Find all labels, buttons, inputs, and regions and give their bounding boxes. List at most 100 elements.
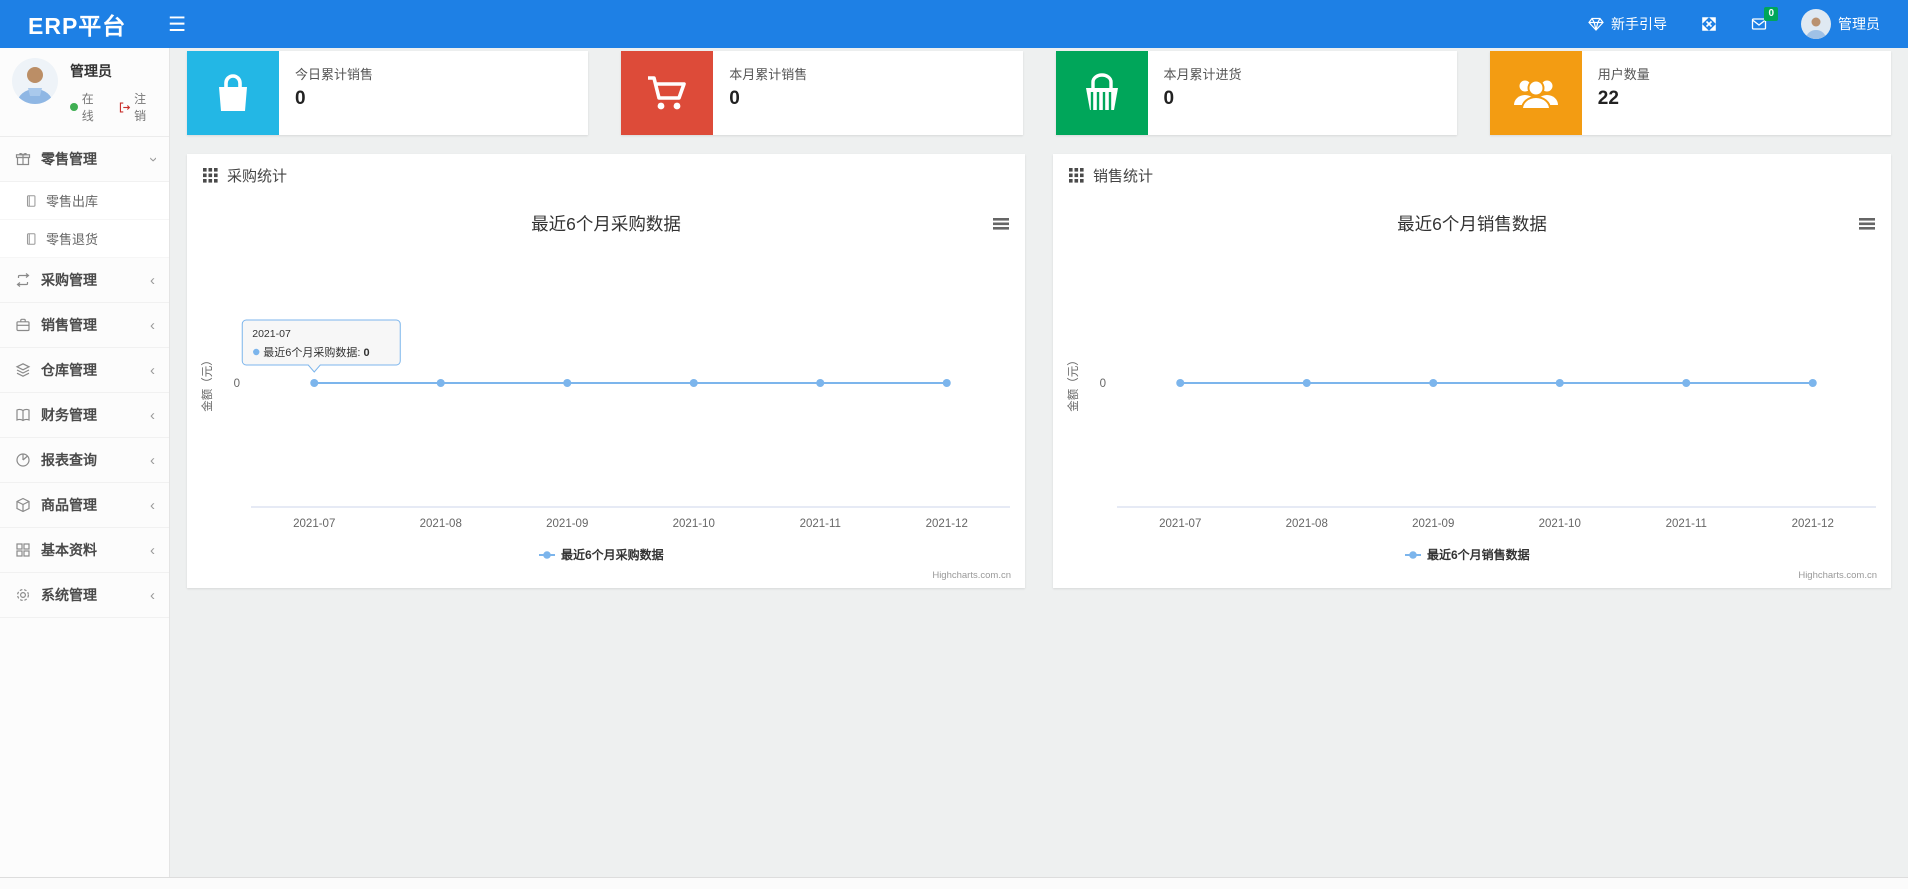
legend-label[interactable]: 最近6个月采购数据 (561, 547, 664, 562)
box-icon (16, 497, 30, 513)
chevron-left-icon: ‹ (150, 316, 155, 334)
sidebar-item-label: 财务管理 (41, 407, 97, 423)
chevron-left-icon: ‹ (150, 406, 155, 424)
logout-icon (119, 101, 131, 113)
sales-chart: 最近6个月销售数据 金额（元） 0 2021-07 2021-08 2021-09 2021… (1053, 196, 1891, 588)
data-point[interactable] (816, 379, 825, 387)
stat-label: 用户数量 (1597, 67, 1650, 82)
chart-context-menu-icon[interactable] (993, 227, 1009, 230)
user-name: 管理员 (1838, 16, 1880, 32)
sidebar-item-warehouse[interactable]: 仓库管理 ‹ (0, 348, 169, 393)
sidebar-item-reports[interactable]: 报表查询 ‹ (0, 438, 169, 483)
data-point[interactable] (1682, 379, 1691, 387)
sidebar-toggle-icon[interactable]: ☰ (168, 12, 186, 37)
chevron-left-icon: ‹ (150, 451, 155, 469)
chevron-down-icon: ‹ (144, 156, 161, 162)
sidebar-item-label: 销售管理 (41, 317, 97, 333)
chart-context-menu-icon[interactable] (1859, 218, 1875, 221)
x-axis-tick: 2021-10 (1539, 518, 1581, 530)
users-icon (1513, 79, 1558, 110)
chart-context-menu-icon[interactable] (1859, 227, 1875, 230)
stat-card-today-sales: 今日累计销售 0 (187, 51, 589, 135)
briefcase-icon (16, 318, 30, 332)
chevron-left-icon: ‹ (150, 541, 155, 559)
x-axis-tick: 2021-12 (1792, 518, 1834, 530)
sidebar-user-box: 管理员 在线 注销 (0, 48, 169, 137)
grid-icon (16, 543, 30, 557)
data-point[interactable] (942, 379, 951, 387)
sidebar-item-basic-data[interactable]: 基本资料 ‹ (0, 528, 169, 573)
sidebar-item-system[interactable]: 系统管理 ‹ (0, 573, 169, 618)
data-point[interactable] (689, 379, 698, 387)
guide-button[interactable]: 新手引导 (1588, 14, 1667, 34)
avatar (12, 58, 58, 104)
x-axis-tick: 2021-08 (1286, 518, 1328, 530)
sidebar-item-sales[interactable]: 销售管理 ‹ (0, 303, 169, 348)
chart-context-menu-icon[interactable] (1859, 222, 1875, 226)
chart-context-menu-icon[interactable] (993, 218, 1009, 221)
tooltip-category: 2021-07 (252, 328, 291, 340)
messages-button[interactable]: 0 (1751, 7, 1778, 32)
sidebar-item-label: 基本资料 (41, 542, 97, 558)
data-point[interactable] (1555, 379, 1564, 387)
data-point[interactable] (1808, 379, 1817, 387)
chart-credits[interactable]: Highcharts.com.cn (932, 570, 1011, 581)
th-grid-icon (1069, 167, 1084, 183)
y-axis-label: 金额（元） (200, 354, 214, 412)
x-axis-tick: 2021-10 (673, 518, 715, 530)
gift-icon (15, 152, 31, 166)
user-menu[interactable]: 管理员 (1801, 9, 1880, 39)
chevron-left-icon: ‹ (150, 271, 155, 289)
chevron-left-icon: ‹ (150, 496, 155, 514)
fullscreen-button[interactable] (1701, 16, 1717, 32)
data-point[interactable] (436, 379, 445, 387)
fullscreen-icon (1702, 17, 1716, 31)
x-axis-tick: 2021-07 (293, 518, 335, 530)
chart-context-menu-icon[interactable] (993, 222, 1009, 226)
sidebar-item-label: 商品管理 (41, 497, 97, 513)
ledger-icon (16, 408, 30, 422)
cart-icon (648, 76, 687, 110)
panel-title: 采购统计 (227, 167, 288, 185)
data-point[interactable] (1429, 379, 1438, 387)
sidebar-item-retail-out[interactable]: 零售出库 (0, 182, 169, 220)
sidebar-item-retail[interactable]: 零售管理 ‹ (0, 137, 169, 182)
sidebar-item-purchase[interactable]: 采购管理 ‹ (0, 258, 169, 303)
charts-row: 采购统计 最近6个月采购数据 金额（元） 0 2021-07 2021-08 2021-0… (187, 154, 1891, 588)
sidebar-item-label: 报表查询 (41, 452, 97, 468)
data-point[interactable] (563, 379, 572, 387)
chevron-left-icon: ‹ (150, 586, 155, 604)
stat-card-month-sales: 本月累计销售 0 (621, 51, 1023, 135)
gem-icon (1588, 17, 1604, 31)
legend-marker[interactable] (543, 551, 551, 559)
x-axis-tick: 2021-12 (926, 518, 968, 530)
layers-icon (15, 363, 31, 377)
stat-label: 今日累计销售 (295, 67, 374, 82)
mail-badge: 0 (1764, 7, 1778, 21)
sidebar-item-finance[interactable]: 财务管理 ‹ (0, 393, 169, 438)
guide-label: 新手引导 (1611, 16, 1667, 32)
purchase-stats-panel: 采购统计 最近6个月采购数据 金额（元） 0 2021-07 2021-08 2021-0… (187, 154, 1025, 588)
data-point[interactable] (310, 379, 319, 387)
sidebar-item-label: 零售管理 (41, 151, 97, 167)
chart-title: 最近6个月采购数据 (531, 214, 681, 234)
x-axis-tick: 2021-07 (1159, 518, 1201, 530)
x-axis-tick: 2021-09 (546, 518, 588, 530)
stat-card-user-count: 用户数量 22 (1489, 51, 1891, 135)
basket-icon (1085, 73, 1118, 110)
gear-icon (16, 588, 30, 602)
data-point[interactable] (1302, 379, 1311, 387)
chart-credits[interactable]: Highcharts.com.cn (1798, 570, 1877, 581)
y-axis-tick: 0 (234, 378, 240, 390)
purchase-chart: 最近6个月采购数据 金额（元） 0 2021-07 2021-08 2021-09 2021… (187, 196, 1025, 588)
legend-marker[interactable] (1409, 551, 1417, 559)
sidebar-item-retail-return[interactable]: 零售退货 (0, 220, 169, 258)
sidebar-item-products[interactable]: 商品管理 ‹ (0, 483, 169, 528)
x-axis-tick: 2021-11 (1666, 518, 1707, 530)
legend-label[interactable]: 最近6个月销售数据 (1427, 547, 1530, 562)
sidebar: 管理员 在线 注销 零售管理 ‹ 零售出库 零售退货 采购管理 ‹ 销售管理 ‹… (0, 48, 170, 889)
top-navbar: ERP平台 ☰ 新手引导 0 管理员 (0, 0, 1908, 48)
logout-button[interactable]: 注销 (118, 90, 157, 124)
avatar (1801, 9, 1831, 39)
data-point[interactable] (1176, 379, 1185, 387)
